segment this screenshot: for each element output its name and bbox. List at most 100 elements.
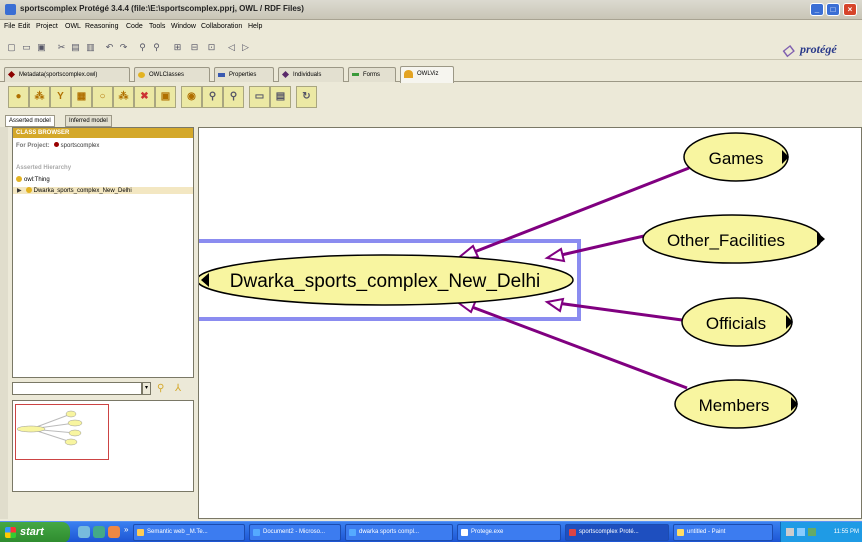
paste-icon[interactable]: ▥ (85, 41, 96, 53)
tool-icon-b[interactable]: ⊟ (189, 41, 200, 53)
volume-icon[interactable] (797, 528, 805, 536)
cut-icon[interactable]: ✂ (56, 41, 67, 53)
tool-icon-c[interactable]: ⊡ (206, 41, 217, 53)
zoom-in-icon[interactable]: ⚲ (202, 86, 223, 108)
node-officials[interactable]: Officials (681, 297, 793, 347)
search-dropdown-icon[interactable]: ▾ (142, 382, 151, 395)
menu-file[interactable]: File (4, 23, 15, 30)
close-button[interactable]: × (843, 3, 857, 16)
node-members[interactable]: Members (674, 379, 798, 429)
tab-owlviz[interactable]: OWLViz (400, 66, 454, 83)
open-file-icon[interactable]: ▭ (21, 41, 32, 53)
tab-label: Individuals (293, 72, 322, 78)
overview-panel[interactable] (12, 400, 194, 492)
forms-icon (352, 73, 359, 76)
tab-label: OWLClasses (149, 72, 185, 78)
start-button[interactable]: start (0, 522, 70, 542)
tab-asserted-model[interactable]: Asserted model (5, 115, 55, 127)
redo-icon[interactable]: ↷ (118, 41, 129, 53)
tab-label: OWLViz (417, 71, 439, 77)
node-games[interactable]: Games (683, 132, 789, 182)
search-input[interactable] (12, 382, 142, 395)
hide-subclasses-icon[interactable]: ⁂ (113, 86, 134, 108)
tab-label: Forms (363, 72, 380, 78)
menu-project[interactable]: Project (36, 23, 58, 30)
new-file-icon[interactable]: ▢ (6, 41, 17, 53)
menu-tools[interactable]: Tools (149, 23, 165, 30)
find-icon[interactable]: ⚲ (137, 41, 148, 53)
task-dwarka[interactable]: dwarka sports compl... (345, 524, 453, 541)
console-icon (461, 529, 468, 536)
find-class-icon[interactable]: ⚲ (157, 383, 164, 394)
hide-all-icon[interactable]: ✖ (134, 86, 155, 108)
project-name: sportscomplex (60, 143, 100, 149)
word-icon (349, 529, 356, 536)
menu-code[interactable]: Code (126, 23, 143, 30)
refresh-icon[interactable]: ↻ (296, 86, 317, 108)
tab-properties[interactable]: Properties (214, 67, 274, 82)
replace-icon[interactable]: ⚲ (151, 41, 162, 53)
task-protege-exe[interactable]: Protege.exe (457, 524, 561, 541)
protege-logo-mark: ◇ (782, 43, 794, 59)
expand-arrow-icon[interactable]: ▶ (17, 188, 22, 194)
protege-logo-text: protégé (800, 42, 837, 56)
clock[interactable]: 11:55 PM (834, 529, 859, 535)
media-icon[interactable] (108, 526, 120, 538)
tab-forms[interactable]: Forms (348, 67, 396, 82)
show-subclasses-icon[interactable]: ⁂ (29, 86, 50, 108)
menu-bar: File Edit Project OWL Reasoning Code Too… (0, 20, 862, 36)
tab-individuals[interactable]: Individuals (278, 67, 344, 82)
zoom-out-icon[interactable]: ⚲ (223, 86, 244, 108)
antivirus-icon[interactable] (808, 528, 816, 536)
hierarchy-icon[interactable]: ⅄ (175, 383, 181, 394)
tab-inferred-model[interactable]: Inferred model (65, 115, 112, 127)
menu-collaboration[interactable]: Collaboration (201, 23, 242, 30)
node-dwarka[interactable]: Dwarka_sports_complex_New_Delhi (199, 254, 574, 306)
back-icon[interactable]: ◁ (226, 41, 237, 53)
menu-help[interactable]: Help (248, 23, 262, 30)
task-paint[interactable]: untitled - Paint (673, 524, 773, 541)
node-label: Other_Facilities (667, 231, 785, 250)
word-icon (253, 529, 260, 536)
task-sportscomplex[interactable]: sportscomplex Proté... (565, 524, 669, 541)
task-document2[interactable]: Document2 - Microso... (249, 524, 341, 541)
menu-owl[interactable]: OWL (65, 23, 81, 30)
browser-icon[interactable] (93, 526, 105, 538)
tab-owlclasses[interactable]: OWLClasses (134, 67, 210, 82)
node-label: Members (699, 396, 770, 415)
save-image-icon[interactable]: ▭ (249, 86, 270, 108)
menu-reasoning[interactable]: Reasoning (85, 23, 118, 30)
minimize-button[interactable]: _ (810, 3, 824, 16)
node-label: Officials (706, 314, 766, 333)
show-all-icon[interactable]: ▦ (71, 86, 92, 108)
network-icon[interactable] (786, 528, 794, 536)
export-icon[interactable]: ▤ (270, 86, 291, 108)
expand-right-icon[interactable] (817, 232, 825, 246)
show-options-icon[interactable]: ▣ (155, 86, 176, 108)
class-icon (16, 176, 22, 182)
class-icon (138, 72, 145, 78)
quicklaunch-more-icon[interactable]: » (124, 525, 128, 534)
task-semantic-web[interactable]: Semantic web _M.Te... (133, 524, 245, 541)
show-superclasses-icon[interactable]: Y (50, 86, 71, 108)
model-subtabs: Asserted model Inferred model (5, 115, 265, 127)
tab-metadata[interactable]: Metadata(sportscomplex.owl) (4, 67, 130, 82)
show-class-icon[interactable]: ● (8, 86, 29, 108)
node-other-facilities[interactable]: Other_Facilities (642, 214, 825, 264)
menu-edit[interactable]: Edit (18, 23, 30, 30)
show-desktop-icon[interactable] (78, 526, 90, 538)
hierarchy-title: Asserted Hierarchy (16, 165, 72, 171)
tree-item-label: owl:Thing (24, 177, 50, 183)
tool-icon-a[interactable]: ⊞ (172, 41, 183, 53)
menu-window[interactable]: Window (171, 23, 196, 30)
radius-icon[interactable]: ◉ (181, 86, 202, 108)
undo-icon[interactable]: ↶ (104, 41, 115, 53)
maximize-button[interactable]: □ (826, 3, 840, 16)
graph-canvas[interactable]: Dwarka_sports_complex_New_Delhi Games Ot… (198, 127, 862, 519)
tree-item-dwarka[interactable]: ▶ Dwarka_sports_complex_New_Delhi (13, 187, 193, 194)
tree-item-owl-thing[interactable]: owl:Thing (16, 176, 50, 183)
hide-class-icon[interactable]: ○ (92, 86, 113, 108)
save-icon[interactable]: ▣ (36, 41, 47, 53)
forward-icon[interactable]: ▷ (240, 41, 251, 53)
copy-icon[interactable]: ▤ (70, 41, 81, 53)
